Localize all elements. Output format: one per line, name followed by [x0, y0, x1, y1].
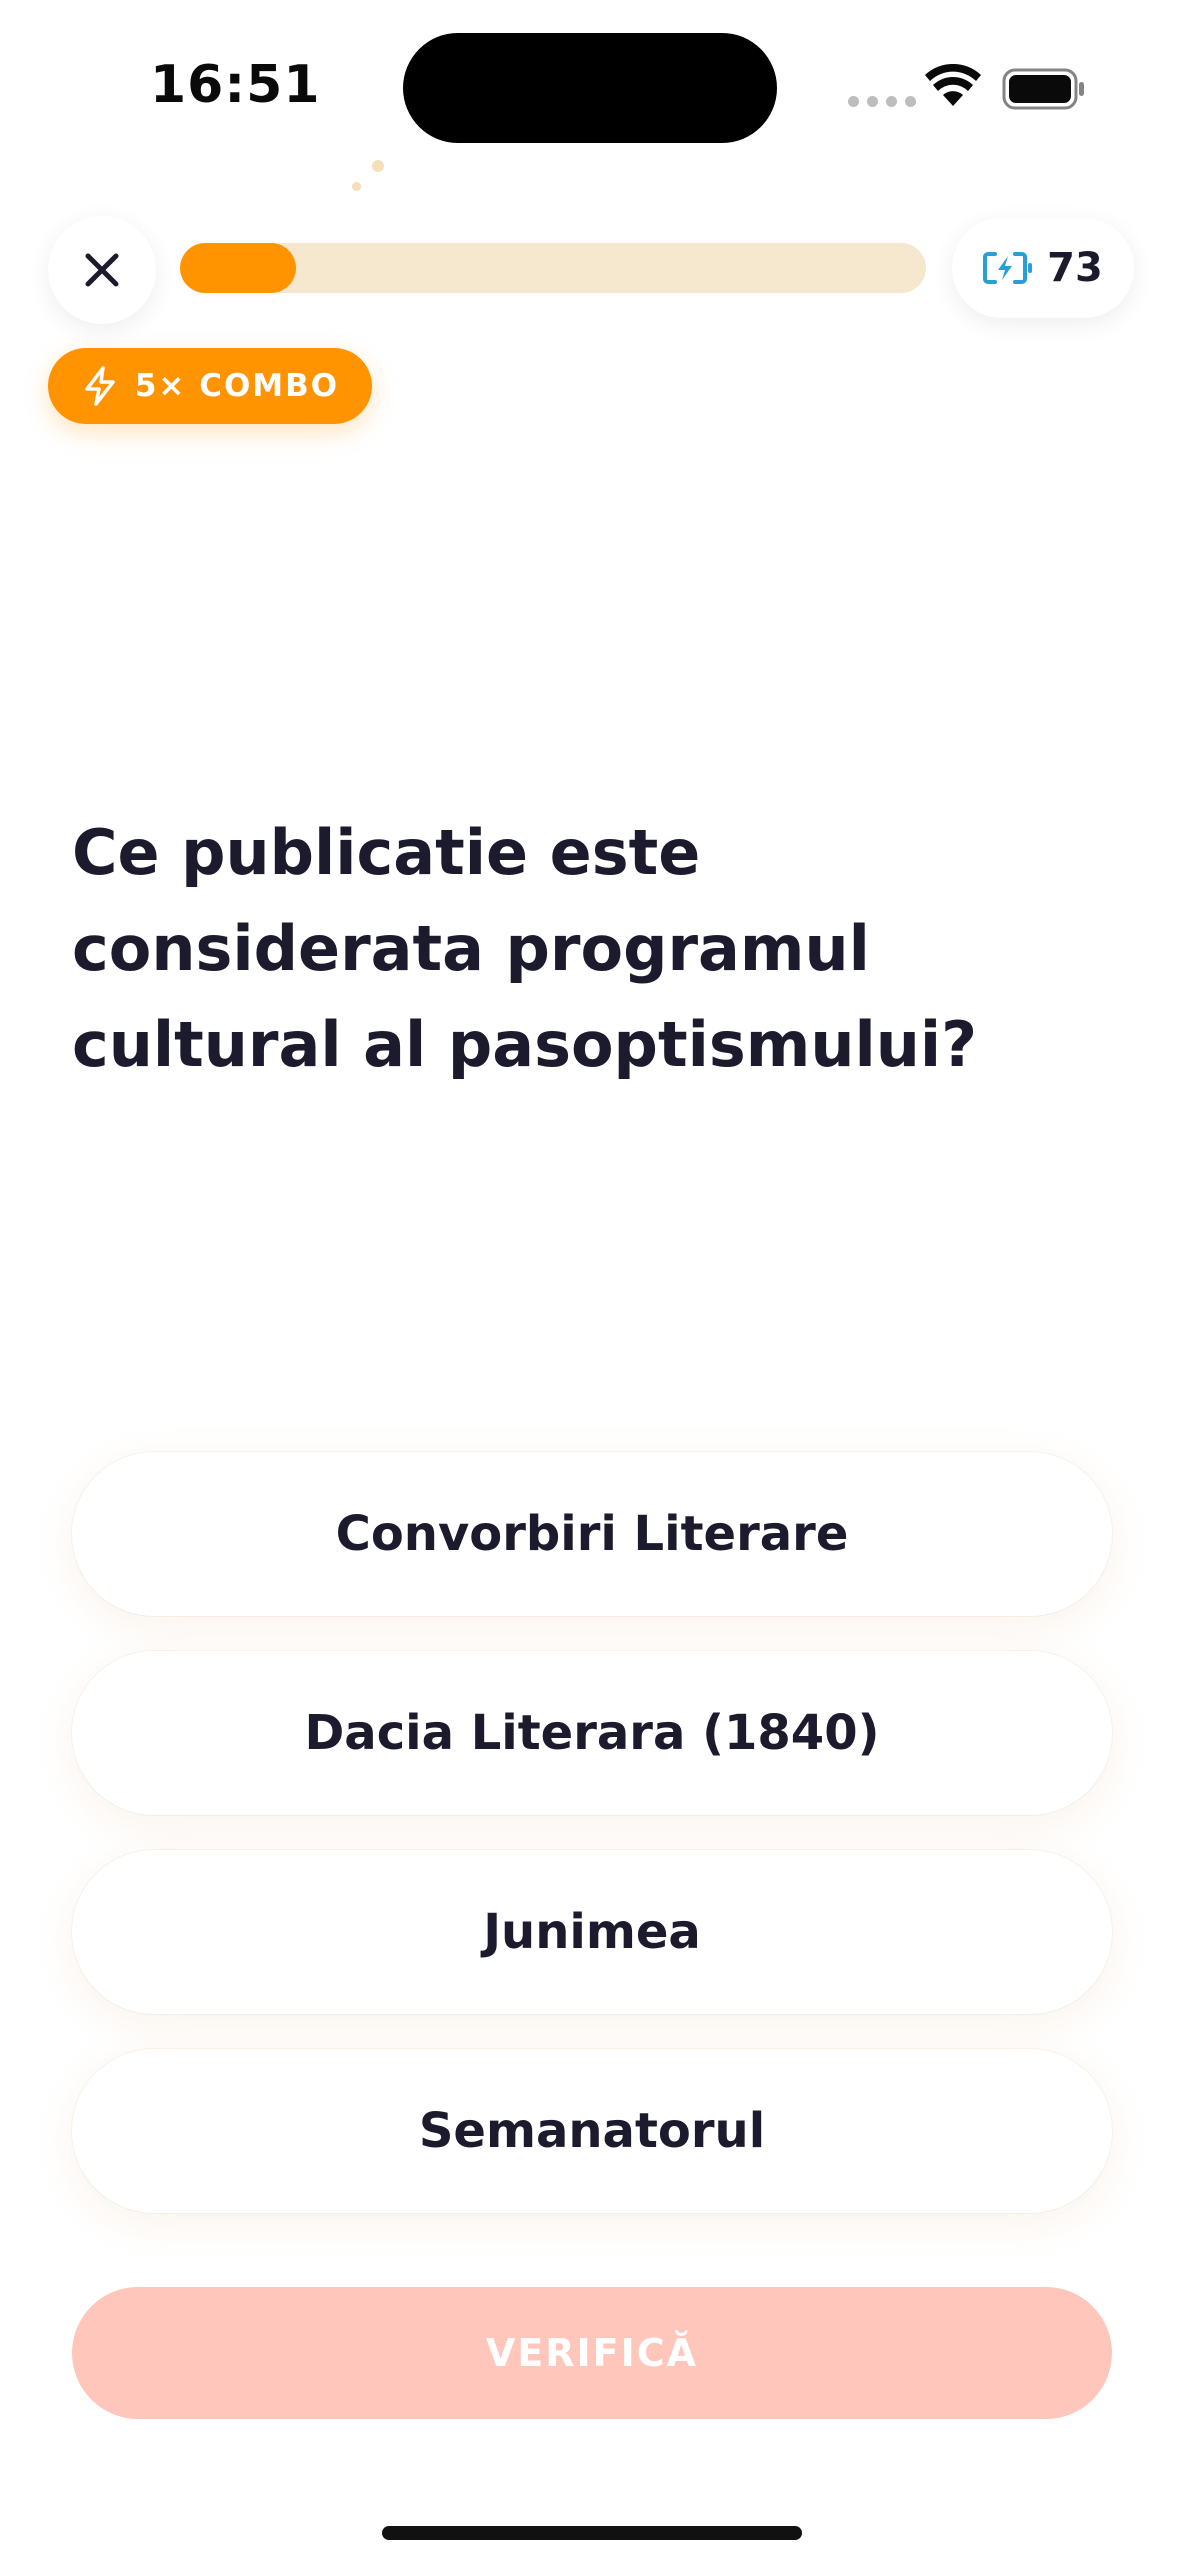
sparkle-dot: [372, 160, 384, 172]
lightning-icon: [85, 366, 115, 406]
answer-list: Convorbiri Literare Dacia Literara (1840…: [72, 1452, 1112, 2248]
answer-option[interactable]: Convorbiri Literare: [72, 1452, 1112, 1616]
wifi-icon: [925, 64, 981, 106]
lesson-progress-bar: [180, 243, 926, 293]
answer-option[interactable]: Junimea: [72, 1850, 1112, 2014]
dynamic-island: [403, 33, 777, 143]
battery-icon: [1002, 68, 1084, 110]
sparkle-dot: [352, 182, 361, 191]
question-text: Ce publicatie este considerata programul…: [72, 816, 978, 1081]
answer-option[interactable]: Dacia Literara (1840): [72, 1651, 1112, 1815]
combo-badge: 5× COMBO: [48, 348, 372, 424]
energy-counter[interactable]: 73: [952, 218, 1134, 318]
home-indicator: [382, 2526, 802, 2540]
energy-battery-icon: [983, 252, 1033, 284]
combo-label: 5× COMBO: [134, 368, 340, 404]
lesson-progress-fill: [180, 243, 296, 293]
energy-value: 73: [1047, 245, 1103, 291]
close-button[interactable]: [48, 216, 156, 324]
cellular-signal-icon: [848, 96, 916, 107]
close-icon: [85, 253, 119, 287]
check-button[interactable]: VERIFICĂ: [72, 2287, 1112, 2419]
answer-option[interactable]: Semanatorul: [72, 2049, 1112, 2213]
status-time: 16:51: [150, 55, 321, 115]
